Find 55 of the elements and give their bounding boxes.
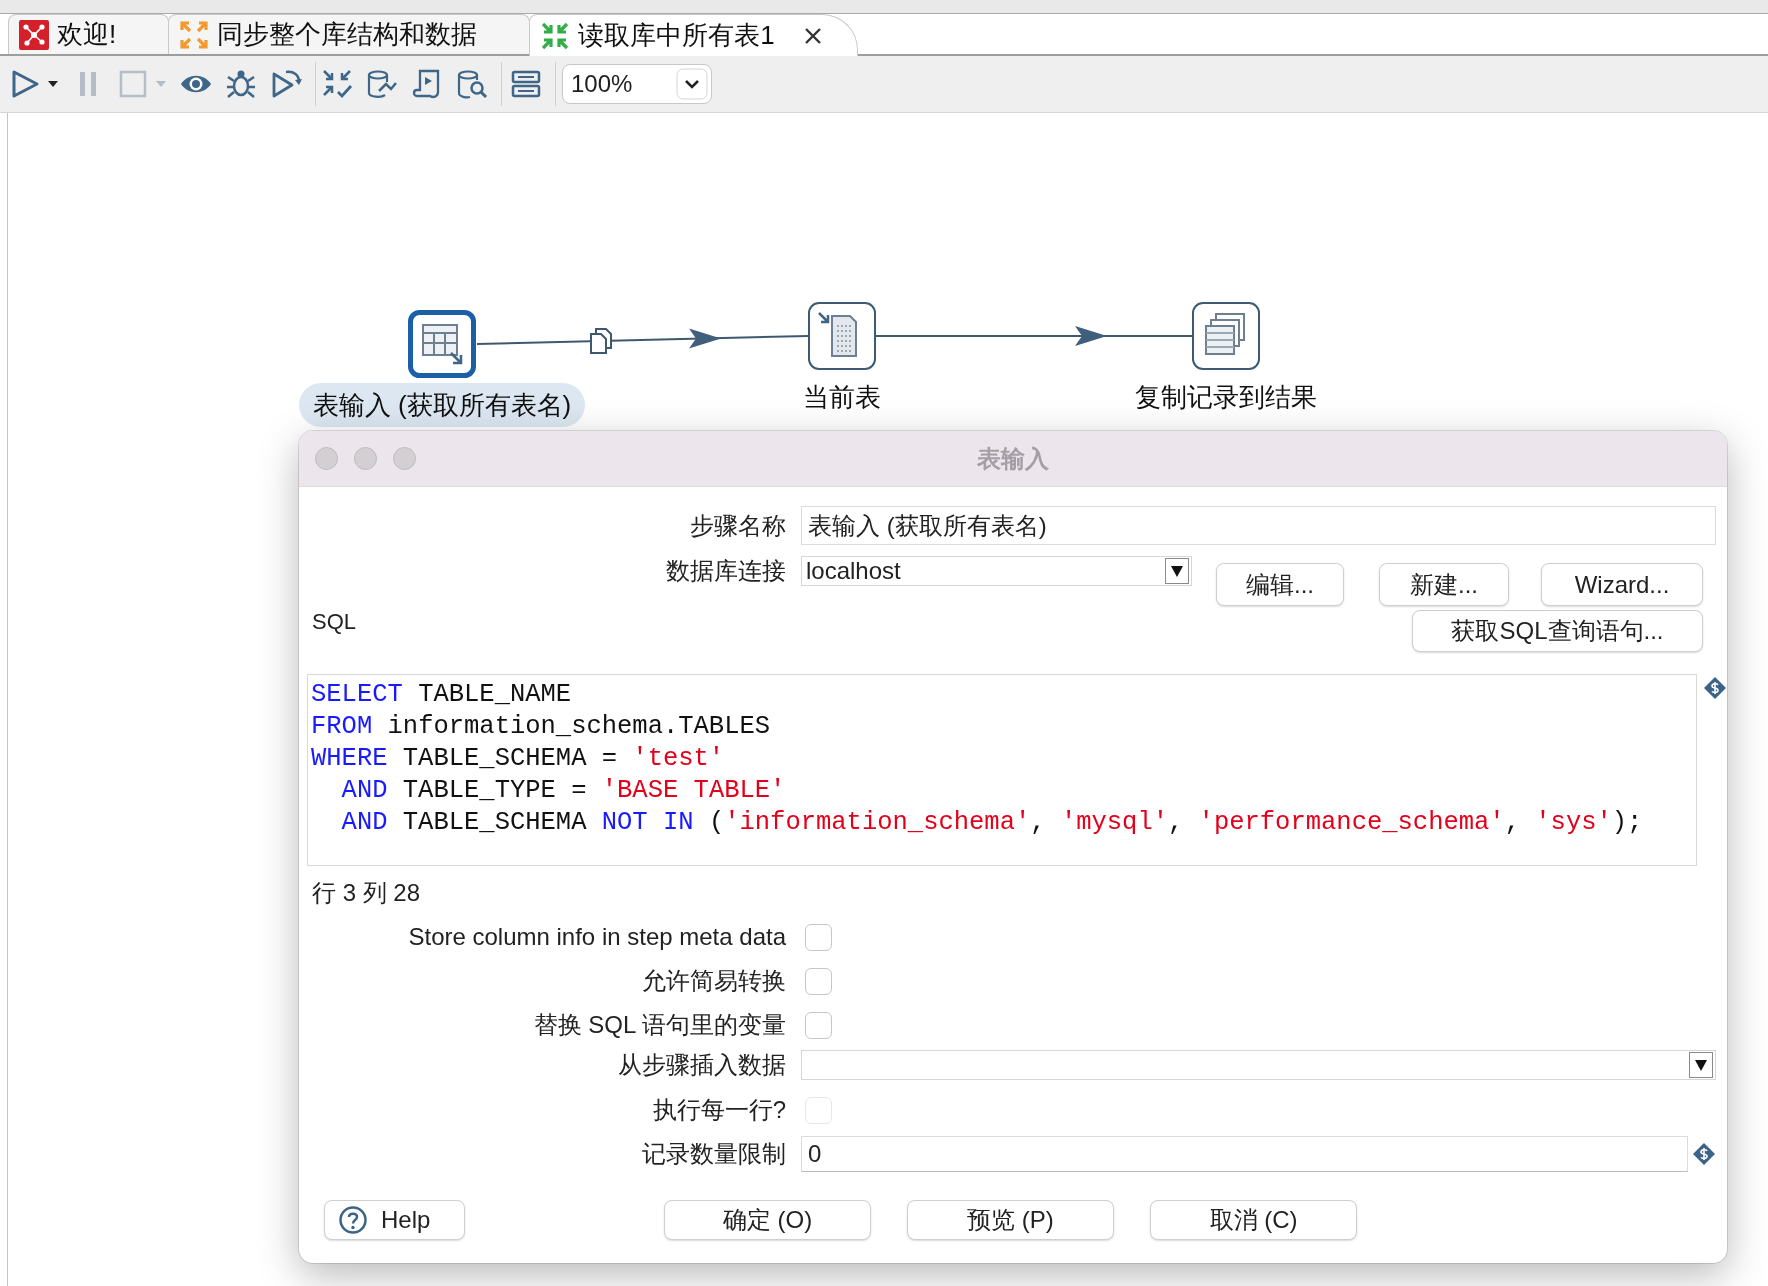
option-label: 允许简易转换 <box>642 967 786 994</box>
play-arrow-icon[interactable] <box>270 68 302 100</box>
code-line: SELECT TABLE_NAME <box>311 679 572 711</box>
tab[interactable]: 同步整个库结构和数据 <box>168 14 531 54</box>
stacked-tables-icon[interactable] <box>1192 302 1260 370</box>
option-label: 从步骤插入数据 <box>618 1051 786 1078</box>
option-label: Store column info in step meta data <box>408 923 786 950</box>
dialog-button[interactable]: 新建... <box>1379 563 1509 606</box>
checkbox[interactable] <box>805 967 832 995</box>
network-logo-icon <box>19 19 49 50</box>
variable-icon[interactable] <box>1703 676 1727 700</box>
option-label: 执行每一行? <box>652 1096 786 1123</box>
arrows-check-icon[interactable] <box>321 68 353 100</box>
field-label: 步骤名称 <box>690 511 786 539</box>
connection-select[interactable]: localhost <box>801 556 1192 586</box>
dialog-button[interactable]: 编辑... <box>1216 563 1344 606</box>
dialog-button[interactable]: 预览 (P) <box>907 1200 1114 1240</box>
get-sql-button[interactable]: 获取SQL查询语句... <box>1412 610 1703 652</box>
limit-field[interactable]: 0 <box>801 1136 1688 1172</box>
variable-icon[interactable] <box>1692 1142 1716 1166</box>
field-label: 数据库连接 <box>666 557 786 584</box>
dialog-button[interactable]: 取消 (C) <box>1150 1200 1357 1240</box>
sql-editor[interactable]: SELECT TABLE_NAME FROM information_schema.TABLES WHERE TABLE_SCHEMA = 'test' AND TABLE_TYPE = 'BASE TABLE' AND TABLE_SCHEMA NOT IN ('information_schema', 'mysql', 'performance_schema', 'sys'); <box>307 674 1697 866</box>
code-line: AND TABLE_SCHEMA NOT IN ('information_schema', 'mysql', 'performance_schema', 'sys'); <box>341 807 1643 839</box>
tab[interactable]: 读取库中所有表1 <box>529 14 858 56</box>
code-line: AND TABLE_TYPE = 'BASE TABLE' <box>341 775 786 807</box>
step-name-field[interactable]: 表输入 (获取所有表名) <box>801 506 1716 545</box>
step-label: 当前表 <box>802 381 882 414</box>
dialog-button[interactable]: Wizard... <box>1541 563 1703 606</box>
help-button[interactable]: Help <box>324 1200 465 1240</box>
arrows-out-icon <box>179 19 210 50</box>
step-label: 表输入 (获取所有表名) <box>298 383 586 427</box>
sql-label: SQL <box>312 608 357 636</box>
chevron-down-icon[interactable] <box>676 68 708 100</box>
code-line: FROM information_schema.TABLES <box>311 711 771 743</box>
help-icon <box>339 1206 367 1234</box>
dialog-title: 表输入 <box>977 443 1049 474</box>
step-label: 复制记录到结果 <box>1134 381 1318 414</box>
option-label: 替换 SQL 语句里的变量 <box>533 1011 786 1038</box>
checkbox[interactable] <box>805 1011 832 1039</box>
arrows-in-icon <box>540 20 571 51</box>
panels-icon[interactable] <box>510 68 542 100</box>
code-line: WHERE TABLE_SCHEMA = 'test' <box>311 743 725 775</box>
document-icon[interactable] <box>808 302 876 370</box>
table-icon[interactable] <box>408 310 476 378</box>
tab[interactable]: 欢迎! <box>8 14 170 54</box>
dialog-button[interactable]: 确定 (O) <box>664 1200 871 1240</box>
cursor-position: 行 3 列 28 <box>311 879 421 907</box>
close-icon[interactable] <box>802 25 823 46</box>
database-search-icon[interactable] <box>456 68 488 100</box>
checkbox[interactable] <box>805 923 832 951</box>
bug-icon[interactable] <box>225 68 257 100</box>
option-label: 记录数量限制 <box>642 1140 786 1167</box>
database-arrow-icon[interactable] <box>366 68 398 100</box>
zoom-select[interactable]: 100% <box>562 64 712 104</box>
